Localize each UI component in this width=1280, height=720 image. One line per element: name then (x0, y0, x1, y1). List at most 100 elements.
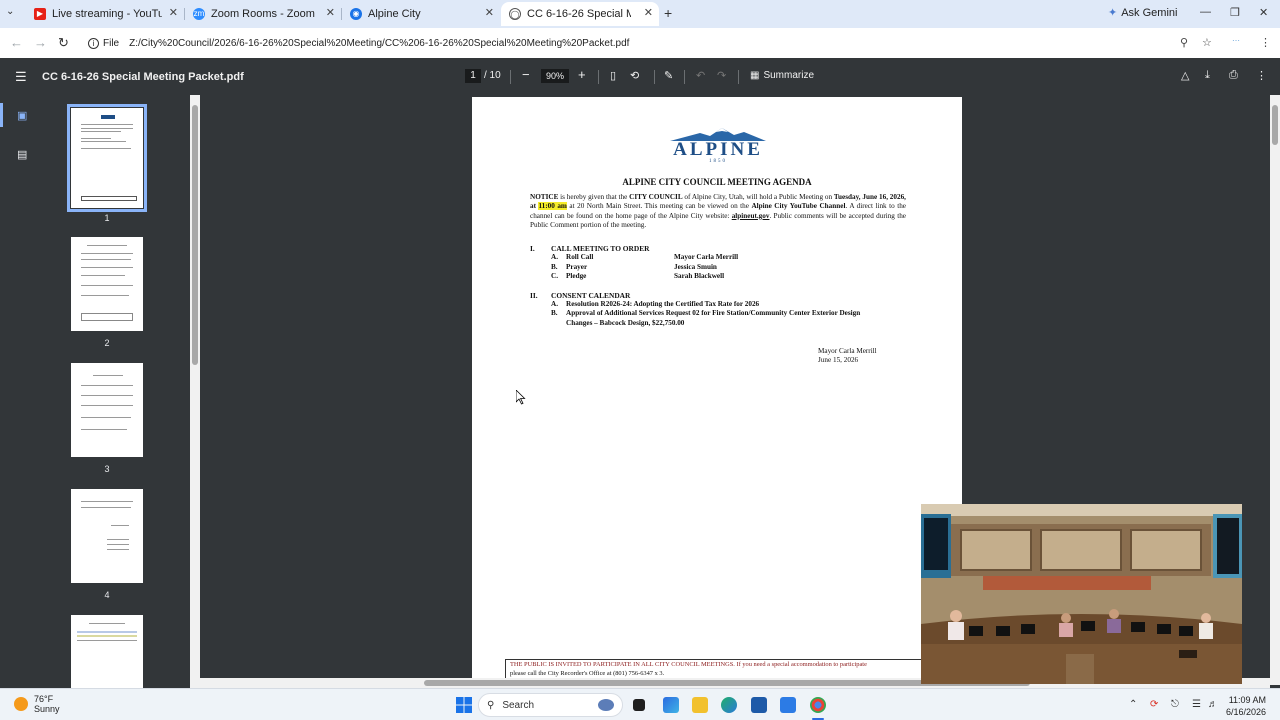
meeting-video-feed[interactable] (921, 504, 1242, 684)
thumb-line (87, 245, 127, 246)
summarize-button[interactable]: ▦ Summarize (750, 70, 814, 81)
zoom-level-input[interactable]: 90% (541, 69, 569, 83)
ask-gemini-button[interactable]: ✦ Ask Gemini (1108, 6, 1177, 20)
agenda-heading: ALPINE CITY COUNCIL MEETING AGENDA (622, 177, 812, 187)
taskbar-search[interactable]: ⚲ Search (478, 693, 623, 717)
zoom-in-icon[interactable]: + (578, 67, 586, 82)
outlook-icon[interactable] (780, 697, 796, 713)
security-tray-icon[interactable]: ⟳ (1150, 699, 1158, 710)
chrome-icon[interactable] (810, 697, 826, 713)
minimize-icon[interactable]: — (1200, 6, 1211, 18)
pdf-globe-icon: ◯ (509, 8, 521, 20)
pdf-toolbar: ☰ CC 6-16-26 Special Meeting Packet.pdf … (0, 58, 1280, 95)
thumb-line (81, 267, 133, 268)
thumb-line (81, 275, 125, 276)
url-text[interactable]: Z:/City%20Council/2026/6-16-26%20Special… (129, 38, 629, 49)
rotate-icon[interactable]: ⟲ (630, 69, 639, 82)
tray-overflow-icon[interactable]: ⌃ (1129, 699, 1137, 710)
thumbnail-scrollbar[interactable] (190, 95, 200, 688)
section-number: I. (530, 244, 535, 253)
thumb-line (81, 507, 131, 508)
pdf-more-icon[interactable]: ⋮ (1256, 69, 1267, 82)
thumb-line (81, 295, 129, 296)
zoom-out-icon[interactable]: − (522, 67, 530, 82)
tab-alpine-city[interactable]: ◉ Alpine City ✕ (342, 2, 500, 26)
tab-zoom-rooms[interactable]: zm Zoom Rooms - Zoom ✕ (185, 2, 341, 26)
tab-cc-packet-pdf[interactable]: ◯ CC 6-16-26 Special Meeting Packet.pdf … (501, 2, 659, 26)
zoom-magnifier-icon[interactable]: ⚲ (1180, 36, 1188, 49)
thumb-line (81, 128, 133, 129)
page-thumbnail-2[interactable] (71, 237, 143, 331)
print-icon[interactable]: ⎙ (1229, 69, 1238, 82)
volume-icon[interactable]: ♬ (1208, 699, 1218, 710)
address-bar[interactable]: i File Z:/City%20Council/2026/6-16-26%20… (82, 31, 1172, 55)
tab-youtube-studio[interactable]: ▶ Live streaming - YouTube Studio ✕ (26, 2, 184, 26)
outline-view-icon[interactable]: ▤ (17, 148, 27, 161)
undo-icon[interactable]: ↶ (696, 69, 705, 82)
thumb-logo (101, 115, 115, 119)
page-thumbnail-1[interactable] (67, 104, 147, 212)
thumb-box (81, 313, 133, 321)
close-tab-icon[interactable]: ✕ (485, 6, 494, 19)
thumb-line (77, 640, 137, 641)
info-icon[interactable]: i (88, 37, 99, 49)
consent-item-b-line1: Approval of Additional Services Request … (566, 309, 861, 317)
restore-icon[interactable]: ❐ (1230, 6, 1240, 19)
toolbar-divider (510, 70, 511, 84)
thumb-line (81, 148, 131, 149)
more-menu-icon[interactable]: ⋮ (1260, 36, 1271, 49)
store-icon[interactable] (751, 697, 767, 713)
file-explorer-icon[interactable] (692, 697, 708, 713)
close-tab-icon[interactable]: ✕ (326, 6, 335, 19)
forward-icon[interactable]: → (34, 35, 47, 50)
back-icon[interactable]: ← (10, 35, 23, 50)
thumb-line (81, 395, 133, 396)
windows-start-icon[interactable] (456, 697, 472, 713)
extension-icon[interactable]: ⋯ (1232, 36, 1240, 45)
redo-icon[interactable]: ↷ (717, 69, 726, 82)
copilot-app-icon[interactable] (663, 697, 679, 713)
thumb-line (107, 544, 129, 545)
thumb-line (111, 525, 129, 526)
new-tab-icon[interactable]: + (664, 5, 672, 21)
close-window-icon[interactable]: ✕ (1259, 6, 1268, 19)
page-thumbnail-3[interactable] (71, 363, 143, 457)
weather-widget[interactable]: 76°F Sunny (14, 694, 60, 714)
draw-icon[interactable]: ✎ (664, 69, 673, 82)
section-title: CONSENT CALENDAR (551, 291, 631, 300)
download-icon[interactable]: ⤓ (1205, 69, 1210, 82)
close-tab-icon[interactable]: ✕ (169, 6, 178, 19)
tab-search-chevron-icon[interactable]: ⌄ (6, 6, 14, 17)
thumb-line (89, 623, 125, 624)
page-thumbnail-5[interactable] (71, 615, 143, 688)
pdf-page-1: ALPINE 1850 ALPINE CITY COUNCIL MEETING … (472, 97, 965, 682)
meet-now-icon[interactable]: ⎋ (1171, 699, 1179, 710)
thumbnails-view-icon[interactable]: ▣ (17, 109, 27, 122)
thumb-line (81, 259, 131, 260)
drive-save-icon[interactable]: △ (1181, 69, 1189, 82)
thumb-line (81, 124, 133, 125)
item-letter: B. (551, 309, 558, 317)
edge-browser-icon[interactable] (721, 697, 737, 713)
website-link[interactable]: alpineut.gov (732, 212, 770, 220)
thumbnail-scroll-thumb[interactable] (192, 105, 198, 365)
reload-icon[interactable]: ↻ (58, 35, 69, 51)
public-notice-line2: please call the City Recorder's Office a… (510, 669, 665, 677)
alpine-city-logo: ALPINE 1850 (668, 127, 768, 164)
system-clock[interactable]: 11:09 AM 6/16/2026 (1226, 694, 1266, 718)
notice-council: CITY COUNCIL (629, 193, 683, 201)
thumbnail-label: 4 (104, 590, 110, 600)
close-tab-icon[interactable]: ✕ (644, 6, 653, 19)
task-view-icon[interactable] (633, 699, 645, 711)
pdf-menu-icon[interactable]: ☰ (15, 69, 27, 85)
bookmark-star-icon[interactable]: ☆ (1202, 36, 1212, 49)
notice-text: is hereby given that the (558, 193, 630, 201)
page-thumbnail-4[interactable] (71, 489, 143, 583)
wifi-icon[interactable]: ☰ (1192, 699, 1201, 710)
page-scroll-thumb[interactable] (1272, 105, 1278, 145)
page-number-input[interactable]: 1 (465, 69, 481, 83)
page-vertical-scrollbar[interactable] (1270, 95, 1280, 685)
consent-item-a: Resolution R2026-24: Adopting the Certif… (566, 300, 760, 308)
fit-page-icon[interactable]: ▯ (610, 69, 616, 82)
browser-toolbar: ← → ↻ i File Z:/City%20Council/2026/6-16… (0, 28, 1280, 58)
